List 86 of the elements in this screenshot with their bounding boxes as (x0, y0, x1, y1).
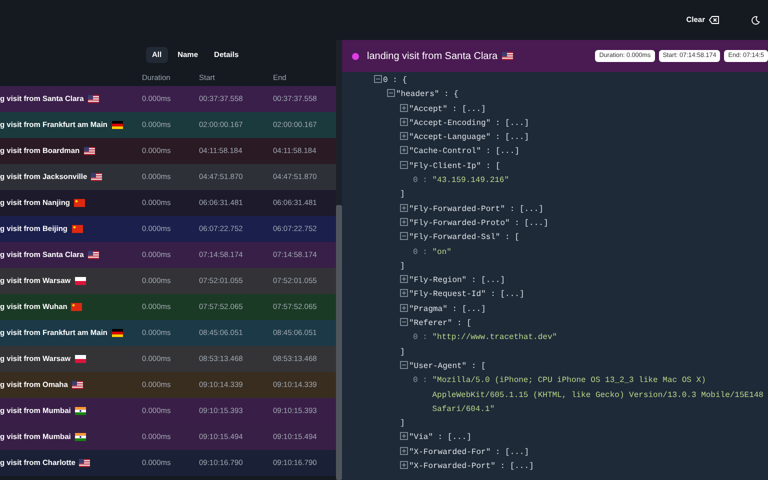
flag-icon (88, 251, 99, 259)
collapse-toggle-icon[interactable] (400, 160, 408, 169)
flag-icon (112, 121, 123, 129)
expand-toggle-icon[interactable] (400, 218, 408, 226)
open-bracket: [ (481, 362, 486, 371)
expand-toggle-icon[interactable] (400, 104, 408, 112)
close-bracket: ] (400, 348, 405, 357)
json-key: "Pragma" : (409, 304, 458, 314)
collapse-toggle-icon[interactable] (387, 89, 395, 98)
json-key: 0 : (413, 176, 428, 186)
expand-toggle-icon[interactable] (400, 289, 408, 298)
json-key: 0 : (383, 76, 398, 85)
moon-icon (751, 16, 760, 24)
json-key: "Fly-Request-Id" : (409, 290, 496, 300)
json-key: 0 : (413, 333, 428, 342)
json-key: "Via" : (409, 433, 443, 442)
json-key: "Fly-Forwarded-Proto" : (409, 218, 520, 228)
flag-icon (74, 277, 86, 285)
expand-toggle-icon[interactable] (400, 304, 408, 312)
json-key: "Fly-Client-Ip" : (409, 162, 491, 171)
collapse-toggle-icon[interactable] (400, 232, 408, 240)
close-bracket: ] (400, 262, 405, 271)
flag-icon (84, 147, 95, 155)
json-key: "Accept" : (409, 104, 458, 114)
collapse-toggle-icon[interactable] (400, 318, 408, 326)
collapsed-summary: [...] (505, 448, 530, 457)
flag-icon (72, 381, 83, 389)
json-key: "Fly-Forwarded-Port" : (409, 204, 515, 214)
flag-icon (74, 355, 86, 363)
json-value: "on" (432, 246, 452, 259)
json-key: "Accept-Encoding" : (409, 118, 500, 128)
collapsed-summary: [...] (481, 276, 506, 286)
open-bracket: [ (495, 162, 500, 171)
expand-toggle-icon[interactable] (400, 132, 408, 140)
expand-toggle-icon[interactable] (400, 432, 408, 440)
collapsed-summary: [...] (447, 433, 472, 442)
scrollbar-thumb[interactable] (336, 205, 342, 480)
flag-icon (88, 95, 99, 103)
json-value: "Mozilla/5.0 (iPhone; CPU iPhone OS 13_2_3 like Mac OS X) AppleWebKit/605.1.15 (KHTML, like Gecko) Version/13.0.3 Mobile/15E148 Safari/604.1" (432, 375, 764, 416)
collapsed-summary: [...] (462, 104, 486, 114)
json-key: 0 : (413, 248, 428, 257)
json-value: "http://www.tracethat.dev" (432, 332, 558, 344)
collapsed-summary: [...] (524, 218, 548, 228)
expand-toggle-icon[interactable] (400, 204, 408, 212)
json-key: "Fly-Forwarded-Ssl" : (409, 233, 510, 242)
expand-toggle-icon[interactable] (400, 446, 408, 455)
expand-toggle-icon[interactable] (400, 146, 408, 154)
collapsed-summary: [...] (519, 204, 544, 214)
flag-icon (502, 52, 513, 60)
flag-icon (112, 329, 123, 337)
collapsed-summary: [...] (495, 147, 520, 156)
flag-icon (74, 199, 86, 207)
collapsed-summary: [...] (505, 133, 530, 142)
collapsed-summary: [...] (500, 290, 524, 300)
flag-icon (79, 459, 90, 467)
collapse-toggle-icon[interactable] (400, 360, 408, 369)
backspace-icon (709, 16, 719, 24)
close-bracket: ] (400, 190, 405, 200)
json-key: "Referer" : (409, 319, 462, 328)
json-key: "X-Forwarded-Port" : (409, 462, 506, 472)
open-bracket: { (402, 76, 408, 85)
flag-icon (74, 407, 86, 415)
open-bracket: [ (466, 319, 472, 328)
collapse-toggle-icon[interactable] (374, 75, 382, 83)
detail-title: landing visit from Santa Clara (367, 50, 498, 64)
collapsed-summary: [...] (462, 304, 486, 314)
flag-icon (72, 225, 83, 233)
json-key: "User-Agent" : (409, 362, 476, 371)
expand-toggle-icon[interactable] (400, 461, 408, 470)
json-key: "Cache-Control" : (409, 147, 491, 156)
collapsed-summary: [...] (510, 462, 534, 472)
json-key: "X-Forwarded-For" : (409, 448, 500, 457)
json-key: 0 : (413, 376, 428, 386)
collapsed-summary: [...] (505, 118, 530, 128)
expand-toggle-icon[interactable] (400, 275, 408, 284)
json-key: "Fly-Region" : (409, 276, 476, 286)
flag-icon (74, 433, 86, 441)
json-value: "43.159.149.216" (432, 175, 510, 188)
json-key: "Accept-Language" : (409, 133, 500, 142)
close-bracket: ] (400, 419, 405, 428)
open-bracket: [ (514, 233, 520, 242)
open-bracket: { (454, 90, 458, 100)
flag-icon (71, 303, 82, 311)
expand-toggle-icon[interactable] (400, 118, 408, 126)
json-key: "headers" : (396, 90, 449, 100)
flag-icon (91, 173, 102, 181)
